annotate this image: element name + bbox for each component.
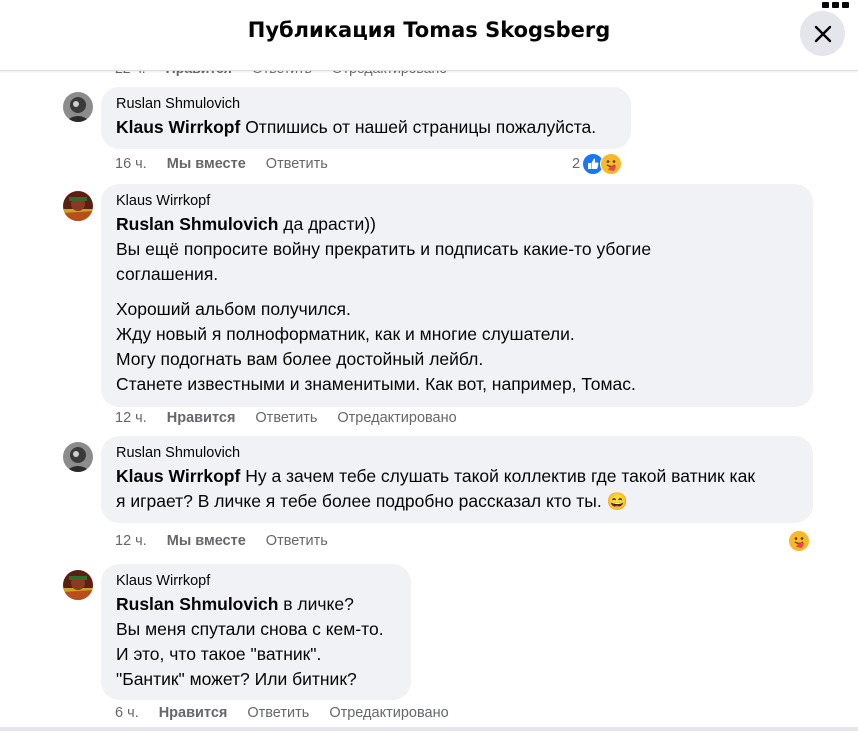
comment-text-line: Могу подогнать вам более достойный лейбл… [116,349,484,369]
mention-link[interactable]: Ruslan Shmulovich [116,594,278,614]
comment-bubble: Ruslan Shmulovich Klaus Wirrkopf Отпишис… [101,87,631,149]
comment-bubble: Klaus Wirrkopf Ruslan Shmulovich да драс… [101,184,813,407]
reply-button[interactable]: Ответить [255,410,317,426]
avatar[interactable] [63,442,93,472]
mention-link[interactable]: Klaus Wirrkopf [116,117,240,137]
like-button[interactable]: Мы вместе [167,533,246,549]
comment-text: Ruslan Shmulovich да драсти)) [116,214,376,234]
grinning-emoji: 😄 [606,492,628,511]
comment-actions: 12 ч. Нравится Ответить Отредактировано [115,410,477,426]
comment-time[interactable]: 12 ч. [115,533,147,549]
reactions-summary[interactable] [788,530,810,552]
comment-text-line: Хороший альбом получился. [116,299,351,319]
comment-time[interactable]: 12 ч. [115,410,147,426]
comment-bubble: Klaus Wirrkopf Ruslan Shmulovich в личке… [101,564,411,700]
reactions-summary[interactable]: 2 [572,153,623,175]
care-icon [600,153,623,175]
comment-text: Ruslan Shmulovich в личке? [116,594,354,614]
comment-time[interactable]: 16 ч. [115,156,147,172]
like-button[interactable]: Мы вместе [167,156,246,172]
more-options-icon[interactable] [822,0,852,8]
dialog-header: Публикация Tomas Skogsberg [0,0,858,71]
comment-actions: 6 ч. Нравится Ответить Отредактировано [115,705,469,721]
comment-text-line: Вы ещё попросите войну прекратить и подп… [116,239,652,259]
mention-link[interactable]: Ruslan Shmulovich [116,214,278,234]
comment-text-line: "Бантик" может? Или битник? [116,669,357,689]
comment-actions: 12 ч. Мы вместе Ответить [115,533,348,549]
like-button[interactable]: Нравится [159,705,228,721]
comment-author[interactable]: Klaus Wirrkopf [116,192,797,210]
comment-actions: 16 ч. Мы вместе Ответить [115,156,348,172]
avatar[interactable] [63,92,93,122]
comment-time[interactable]: 6 ч. [115,705,139,721]
comment-text-line: соглашения. [116,264,219,284]
mention-link[interactable]: Klaus Wirrkopf [116,466,240,486]
comment-bubble: Ruslan Shmulovich Klaus Wirrkopf Ну а за… [101,436,813,523]
edited-label: Отредактировано [337,410,457,426]
avatar[interactable] [63,570,93,600]
avatar[interactable] [63,191,93,221]
comment-text: Klaus Wirrkopf Ну а зачем тебе слушать т… [116,466,755,486]
comment-text-line: И это, что такое "ватник". [116,644,322,664]
comment-text-line: Вы меня спутали снова с кем-то. [116,619,384,639]
close-icon [814,25,831,42]
comment-text: Klaus Wirrkopf Отпишись от нашей страниц… [116,117,597,137]
comment-text-line: Станете известными и знаменитыми. Как во… [116,374,636,394]
comment-author[interactable]: Ruslan Shmulovich [116,95,615,113]
reply-button[interactable]: Ответить [266,533,328,549]
care-icon [788,530,810,552]
comment-author[interactable]: Klaus Wirrkopf [116,572,395,590]
reactions-count: 2 [572,156,581,172]
reply-button[interactable]: Ответить [266,156,328,172]
comment-text-line: я играет? В личке я тебе более подробно … [116,491,628,511]
edited-label: Отредактировано [329,705,449,721]
dialog-title: Публикация Tomas Skogsberg [247,18,611,42]
comment-text-line: Жду новый я полноформатник, как и многие… [116,324,575,344]
divider [0,727,858,731]
close-button[interactable] [800,11,845,56]
reply-button[interactable]: Ответить [247,705,309,721]
like-button[interactable]: Нравится [167,410,236,426]
comment-author[interactable]: Ruslan Shmulovich [116,444,797,462]
